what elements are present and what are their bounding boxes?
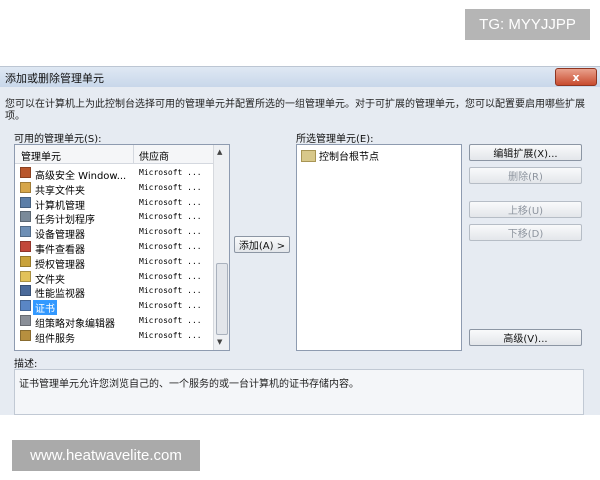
edit-extensions-button[interactable]: 编辑扩展(X)... — [469, 144, 582, 161]
column-header-snapin[interactable]: 管理单元 — [21, 148, 61, 163]
selected-snapins-label: 所选管理单元(E): — [296, 134, 374, 145]
console-root-label: 控制台根节点 — [319, 152, 379, 163]
snapin-vendor: Microsoft ... — [139, 182, 202, 192]
snapin-vendor: Microsoft ... — [139, 197, 202, 207]
table-row[interactable]: 组策略对象编辑器 Microsoft ... — [15, 314, 213, 330]
snapin-vendor: Microsoft ... — [139, 315, 202, 325]
scroll-up-icon[interactable]: ▲ — [217, 148, 222, 156]
snapin-vendor: Microsoft ... — [139, 212, 202, 222]
add-remove-snapin-dialog: 添加或删除管理单元 x 您可以在计算机上为此控制台选择可用的管理单元并配置所选的… — [0, 66, 600, 415]
watermark-top: TG: MYYJJPP — [465, 9, 590, 40]
watermark-bottom: www.heatwavelite.com — [12, 440, 200, 471]
snapin-name: 文件夹 — [35, 274, 65, 286]
title-bar: 添加或删除管理单元 x — [0, 67, 600, 87]
shared-folder-icon — [20, 181, 31, 193]
table-row[interactable]: 设备管理器 Microsoft ... — [15, 225, 213, 242]
snapin-name: 授权管理器 — [35, 259, 85, 271]
selected-snapins-list[interactable]: 控制台根节点 — [296, 144, 462, 351]
snapin-name: 组件服务 — [35, 333, 75, 345]
snapin-name: 组策略对象编辑器 — [35, 318, 115, 330]
snapin-rows: 高级安全 Window... Microsoft ... 共享文件夹 Microsof… — [15, 166, 213, 345]
folder-icon — [20, 270, 31, 282]
task-scheduler-icon — [20, 211, 31, 223]
snapin-name: 事件查看器 — [35, 244, 85, 256]
vertical-scrollbar[interactable]: ▲ ▼ — [213, 145, 229, 350]
snapin-vendor: Microsoft ... — [139, 256, 202, 266]
snapin-vendor: Microsoft ... — [139, 168, 202, 177]
column-separator — [133, 145, 134, 163]
snapin-name: 任务计划程序 — [35, 215, 95, 227]
table-row[interactable]: 证书 Microsoft ... — [15, 299, 213, 316]
table-row[interactable]: 授权管理器 Microsoft ... — [15, 255, 213, 271]
authorization-manager-icon — [20, 255, 31, 267]
computer-management-icon — [20, 196, 31, 208]
remove-button[interactable]: 删除(R) — [469, 167, 582, 184]
performance-monitor-icon — [20, 285, 31, 297]
dialog-description: 您可以在计算机上为此控制台选择可用的管理单元并配置所选的一组管理单元。对于可扩展… — [5, 99, 585, 122]
snapin-vendor: Microsoft ... — [139, 301, 202, 311]
firewall-icon — [20, 167, 31, 178]
table-row[interactable]: 任务计划程序 Microsoft ... — [15, 210, 213, 227]
available-snapins-label: 可用的管理单元(S): — [14, 134, 102, 145]
table-row[interactable]: 高级安全 Window... Microsoft ... — [15, 166, 213, 182]
snapin-name: 性能监视器 — [35, 289, 85, 301]
certificate-icon — [20, 300, 31, 312]
folder-icon — [301, 149, 316, 162]
snapin-vendor: Microsoft ... — [139, 286, 202, 296]
snapin-name: 高级安全 Window... — [35, 171, 127, 182]
description-label: 描述: — [14, 359, 38, 370]
snapin-name: 共享文件夹 — [35, 185, 85, 197]
available-snapins-list[interactable]: 管理单元 供应商 高级安全 Window... Microsoft ... 共享文件… — [14, 144, 230, 351]
table-row[interactable]: 事件查看器 Microsoft ... — [15, 240, 213, 256]
snapin-vendor: Microsoft ... — [139, 330, 202, 340]
column-header-vendor[interactable]: 供应商 — [139, 148, 169, 163]
add-button[interactable]: 添加(A) > — [234, 236, 290, 253]
close-button[interactable]: x — [555, 68, 597, 86]
table-row[interactable]: 文件夹 Microsoft ... — [15, 270, 213, 286]
move-down-button[interactable]: 下移(D) — [469, 224, 582, 241]
advanced-button[interactable]: 高级(V)... — [469, 329, 582, 346]
group-policy-icon — [20, 314, 31, 326]
table-row[interactable]: 共享文件夹 Microsoft ... — [15, 181, 213, 197]
device-manager-icon — [20, 226, 31, 238]
snapin-vendor: Microsoft ... — [139, 241, 202, 251]
scroll-down-icon[interactable]: ▼ — [217, 338, 222, 346]
snapin-name: 证书 — [33, 300, 57, 316]
list-header: 管理单元 供应商 — [15, 145, 213, 164]
table-row[interactable]: 组件服务 Microsoft ... — [15, 329, 213, 345]
move-up-button[interactable]: 上移(U) — [469, 201, 582, 218]
console-root-node[interactable]: 控制台根节点 — [301, 148, 379, 163]
component-services-icon — [20, 329, 31, 341]
dialog-title: 添加或删除管理单元 — [5, 72, 104, 85]
event-viewer-icon — [20, 240, 31, 252]
snapin-vendor: Microsoft ... — [139, 227, 202, 237]
description-box: 证书管理单元允许您浏览自己的、一个服务的或一台计算机的证书存储内容。 — [14, 369, 584, 415]
table-row[interactable]: 性能监视器 Microsoft ... — [15, 284, 213, 301]
snapin-name: 设备管理器 — [35, 230, 85, 242]
description-text: 证书管理单元允许您浏览自己的、一个服务的或一台计算机的证书存储内容。 — [19, 379, 359, 390]
snapin-vendor: Microsoft ... — [139, 271, 202, 281]
table-row[interactable]: 计算机管理 Microsoft ... — [15, 196, 213, 212]
snapin-name: 计算机管理 — [35, 200, 85, 212]
scrollbar-thumb[interactable] — [216, 263, 228, 335]
